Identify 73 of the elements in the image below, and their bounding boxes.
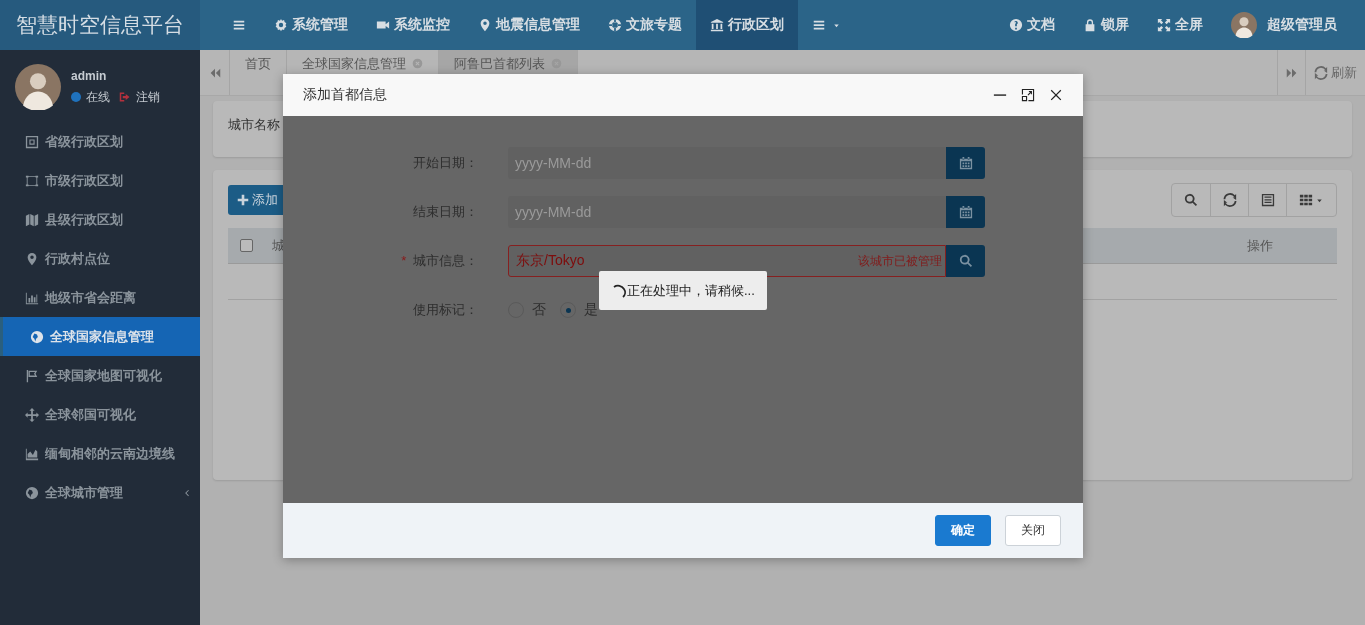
lock-icon: [1083, 18, 1097, 32]
frame-icon: [25, 134, 39, 149]
sidebar-item[interactable]: 地级市省会距离: [0, 278, 200, 317]
sidebar-item[interactable]: 行政村点位: [0, 239, 200, 278]
calendar-icon: [958, 205, 973, 219]
sidebar-item[interactable]: 缅甸相邻的云南边境线: [0, 434, 200, 473]
gear-icon: [274, 18, 288, 32]
status-text: 在线: [86, 88, 110, 106]
logout-icon: [119, 91, 131, 103]
app-title: 智慧时空信息平台: [0, 0, 200, 50]
calendar-icon: [958, 156, 973, 170]
avatar-icon: [1231, 12, 1257, 38]
column-header: 操作: [1247, 236, 1274, 255]
nav-item[interactable]: 文旅专题: [594, 0, 696, 50]
bar-chart-icon: [25, 290, 39, 305]
menu-icon: [232, 18, 246, 32]
header-link[interactable]: 文档: [995, 0, 1069, 50]
sidebar-item[interactable]: 全球城市管理: [0, 473, 200, 512]
sidebar-item[interactable]: 省级行政区划: [0, 122, 200, 161]
close-icon: [1049, 88, 1063, 102]
globe-icon: [30, 329, 44, 344]
error-message: 该城市已被管理: [858, 252, 942, 270]
confirm-button[interactable]: 确定: [935, 515, 991, 546]
flag-icon: [25, 368, 39, 383]
move-arrows-icon: [25, 407, 39, 422]
maximize-icon: [1021, 88, 1035, 102]
area-chart-icon: [25, 446, 39, 461]
search-icon: [1184, 193, 1198, 207]
grid-icon: [1299, 193, 1313, 207]
nav-item[interactable]: 地震信息管理: [464, 0, 594, 50]
close-icon: [412, 58, 423, 69]
refresh-icon: [1222, 193, 1237, 207]
nav-item[interactable]: 系统管理: [260, 0, 362, 50]
fullscreen-icon: [1157, 18, 1171, 32]
nav-item[interactable]: 系统监控: [362, 0, 464, 50]
map-icon: [25, 212, 39, 227]
nav-item[interactable]: 行政区划: [696, 0, 798, 50]
bank-icon: [710, 18, 724, 32]
radio-option[interactable]: 是: [560, 301, 598, 319]
add-button[interactable]: 添加: [228, 185, 286, 215]
user-menu[interactable]: 超级管理员: [1217, 0, 1351, 50]
plus-icon: [236, 193, 250, 207]
sidebar-item[interactable]: 全球邻国可视化: [0, 395, 200, 434]
field-label: 城市名称: [228, 117, 280, 132]
online-dot: [71, 92, 81, 102]
date-picker-button[interactable]: [946, 147, 985, 179]
spinner-icon: [611, 282, 627, 299]
header-link[interactable]: 全屏: [1143, 0, 1217, 50]
required-mark: *: [401, 253, 407, 268]
header-link[interactable]: 锁屏: [1069, 0, 1143, 50]
globe-icon: [25, 485, 39, 500]
life-ring-icon: [608, 18, 622, 32]
date-picker-button[interactable]: [946, 196, 985, 228]
search-button[interactable]: [946, 245, 985, 277]
map-pin-icon: [478, 18, 492, 32]
loading-text: 正在处理中，请稍候...: [627, 281, 755, 300]
help-icon: [1009, 18, 1023, 32]
logout-link[interactable]: 注销: [119, 88, 160, 106]
dashed-frame-icon: [25, 173, 39, 188]
cancel-button[interactable]: 关闭: [1005, 515, 1061, 546]
list-icon: [1260, 193, 1275, 207]
sidebar-item[interactable]: 市级行政区划: [0, 161, 200, 200]
sidebar-item[interactable]: 县级行政区划: [0, 200, 200, 239]
map-pin-icon: [25, 251, 39, 266]
select-all-checkbox[interactable]: [240, 239, 253, 252]
sidebar-item[interactable]: 全球国家信息管理: [0, 317, 200, 356]
sidebar-item[interactable]: 全球国家地图可视化: [0, 356, 200, 395]
refresh-button[interactable]: 刷新: [1305, 50, 1365, 95]
user-name: admin: [71, 68, 108, 83]
refresh-icon: [1314, 65, 1328, 80]
avatar-icon: [15, 64, 61, 110]
search-icon: [958, 254, 973, 268]
menu-icon: [812, 18, 826, 32]
